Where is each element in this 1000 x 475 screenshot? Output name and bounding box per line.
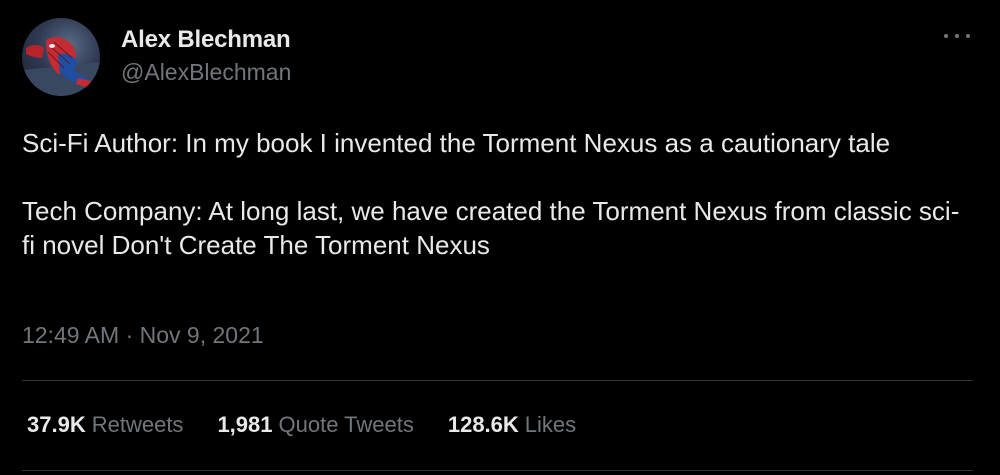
author-handle[interactable]: @AlexBlechman	[121, 59, 291, 86]
author-name[interactable]: Alex Blechman	[121, 26, 291, 54]
stat-value: 1,981	[217, 412, 273, 437]
more-options-button[interactable]	[944, 26, 970, 46]
divider	[22, 470, 973, 471]
retweets-stat[interactable]: 37.9K Retweets	[27, 412, 183, 438]
stat-value: 128.6K	[447, 412, 519, 437]
quote-tweets-stat[interactable]: 1,981 Quote Tweets	[217, 412, 413, 438]
likes-stat[interactable]: 128.6K Likes	[448, 412, 576, 438]
spiderman-avatar-icon	[22, 37, 100, 96]
more-icon-dot	[955, 34, 959, 38]
tweet-time[interactable]: 12:49 AM	[22, 322, 119, 348]
engagement-stats: 37.9K Retweets 1,981 Quote Tweets 128.6K…	[27, 412, 576, 438]
timestamp-separator: ·	[125, 322, 134, 348]
tweet-text: Sci-Fi Author: In my book I invented the…	[22, 126, 972, 262]
avatar[interactable]	[22, 18, 100, 96]
stat-label: Likes	[524, 412, 577, 437]
stat-label: Quote Tweets	[278, 412, 414, 437]
stat-label: Retweets	[91, 412, 184, 437]
divider	[22, 380, 973, 381]
tweet-timestamp: 12:49 AM · Nov 9, 2021	[22, 322, 264, 349]
more-icon-dot	[966, 34, 970, 38]
tweet-date[interactable]: Nov 9, 2021	[140, 322, 264, 348]
stat-value: 37.9K	[27, 412, 86, 437]
tweet-paragraph: Sci-Fi Author: In my book I invented the…	[22, 128, 891, 158]
tweet-paragraph: Tech Company: At long last, we have crea…	[22, 196, 960, 260]
more-icon	[944, 34, 948, 38]
